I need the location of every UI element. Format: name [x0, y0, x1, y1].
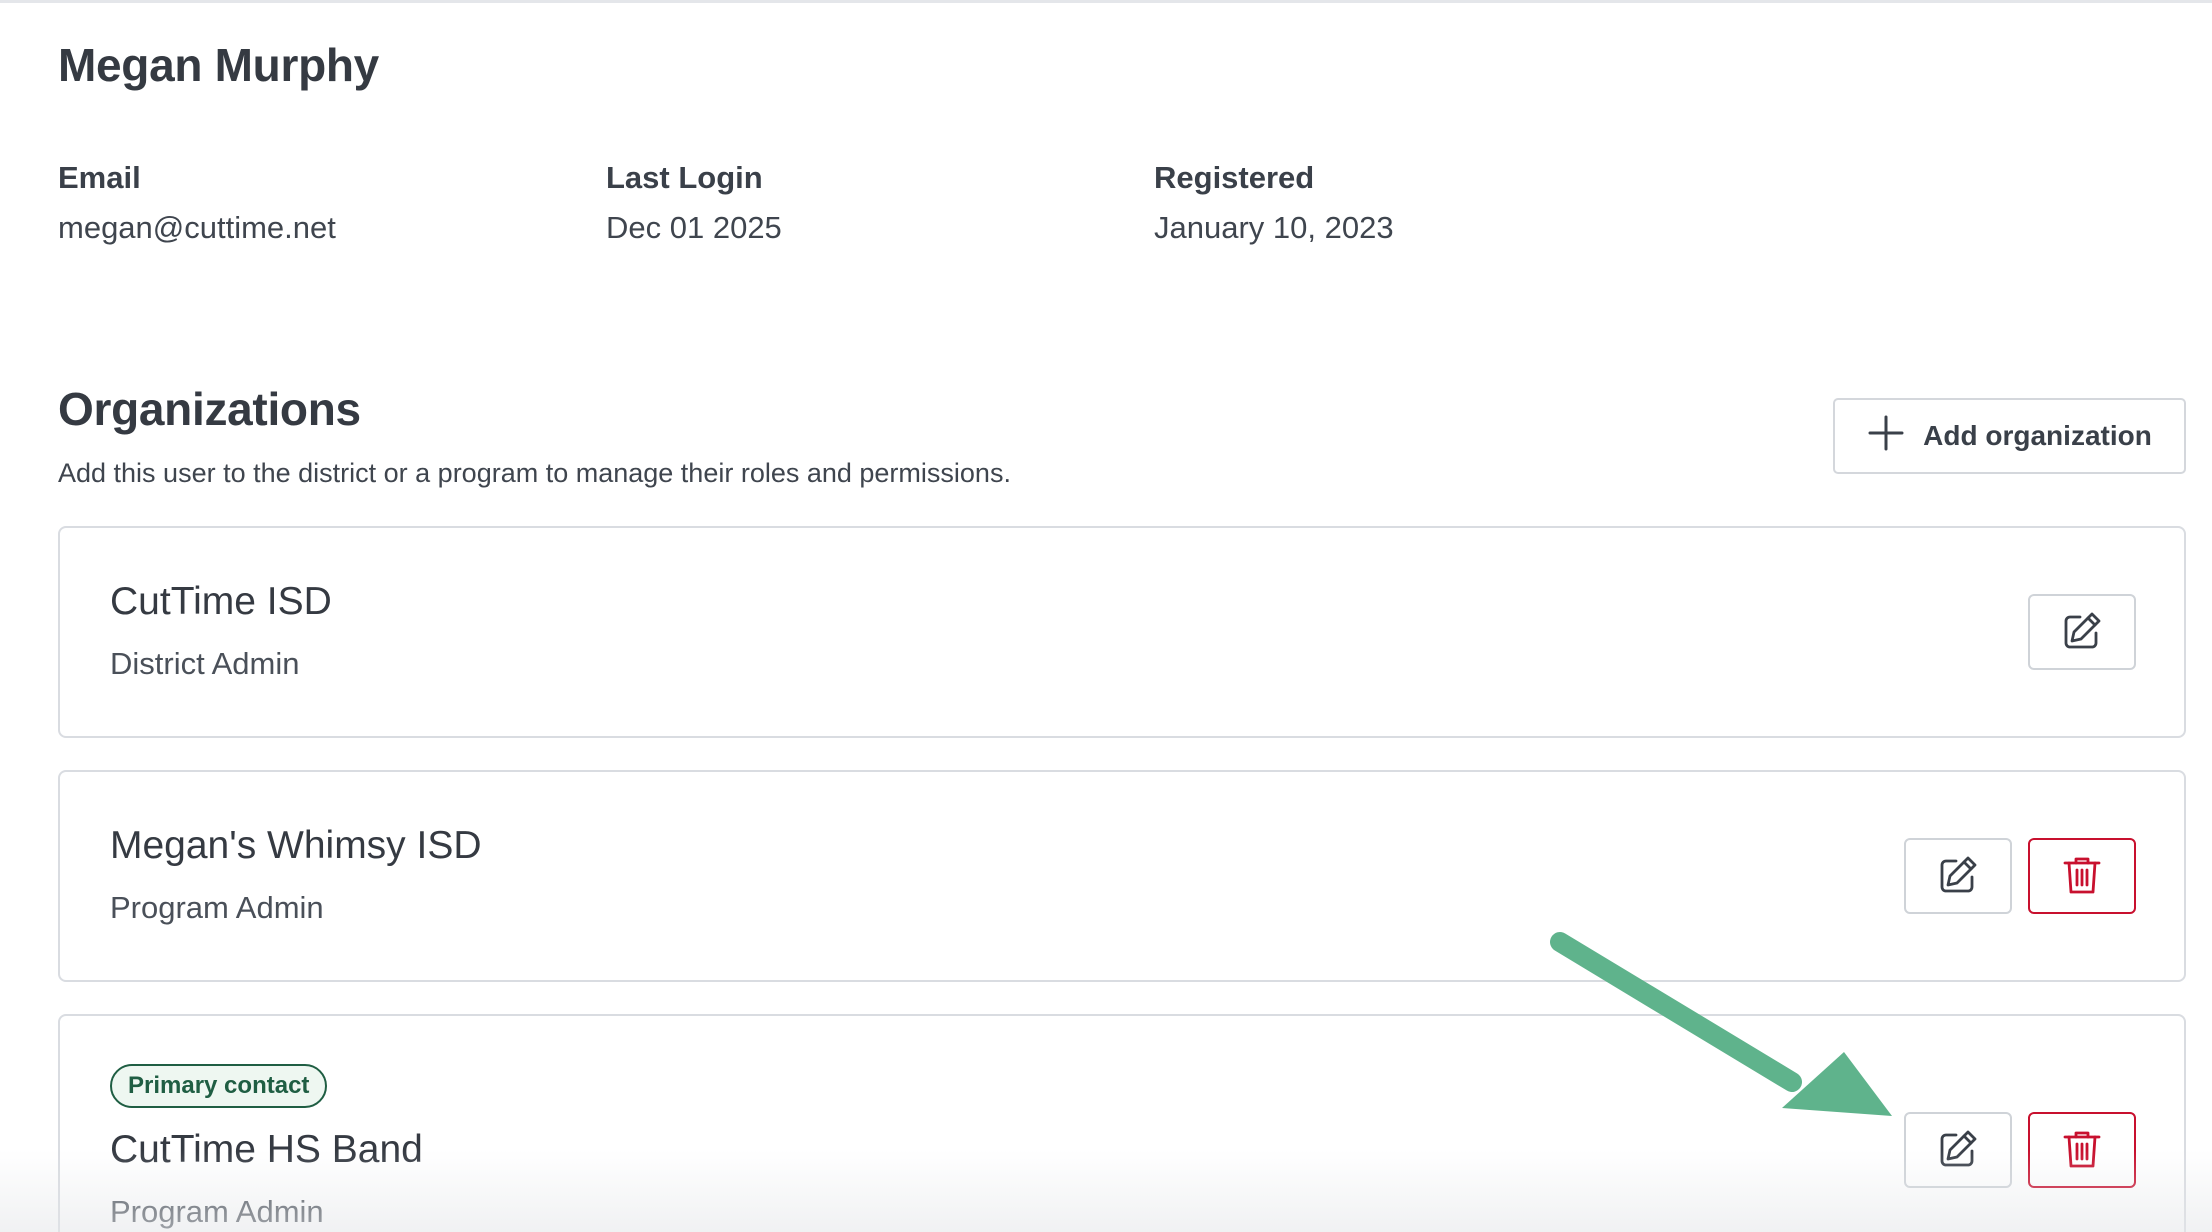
plus-icon	[1867, 414, 1905, 459]
organization-role: Program Admin	[110, 1194, 324, 1229]
organization-card: Primary contact CutTime HS Band Program …	[58, 1014, 2186, 1232]
organization-role: Program Admin	[110, 890, 324, 925]
registered-block: Registered January 10, 2023	[1154, 160, 1394, 246]
trash-icon	[2060, 853, 2104, 900]
organization-role: District Admin	[110, 646, 300, 681]
add-organization-label: Add organization	[1923, 420, 2152, 451]
edit-organization-button[interactable]	[1904, 1112, 2012, 1188]
organization-name: Megan's Whimsy ISD	[110, 824, 482, 867]
trash-icon	[2060, 1127, 2104, 1174]
edit-organization-button[interactable]	[2028, 594, 2136, 670]
top-divider	[0, 0, 2212, 3]
email-value: megan@cuttime.net	[58, 210, 336, 245]
user-detail-page: Megan Murphy Email megan@cuttime.net Las…	[0, 0, 2212, 1232]
last-login-block: Last Login Dec 01 2025	[606, 160, 782, 246]
last-login-value: Dec 01 2025	[606, 210, 782, 245]
edit-icon	[2060, 609, 2104, 656]
delete-organization-button[interactable]	[2028, 838, 2136, 914]
edit-icon	[1936, 1127, 1980, 1174]
delete-organization-button[interactable]	[2028, 1112, 2136, 1188]
email-label: Email	[58, 160, 141, 195]
add-organization-button[interactable]: Add organization	[1833, 398, 2186, 474]
organization-name: CutTime ISD	[110, 580, 332, 623]
registered-value: January 10, 2023	[1154, 210, 1394, 245]
organization-card: CutTime ISD District Admin	[58, 526, 2186, 738]
organization-name: CutTime HS Band	[110, 1128, 423, 1171]
organization-card: Megan's Whimsy ISD Program Admin	[58, 770, 2186, 982]
edit-organization-button[interactable]	[1904, 838, 2012, 914]
organizations-description: Add this user to the district or a progr…	[58, 458, 1011, 488]
edit-icon	[1936, 853, 1980, 900]
user-name-heading: Megan Murphy	[58, 39, 379, 91]
registered-label: Registered	[1154, 160, 1315, 195]
organizations-heading: Organizations	[58, 383, 361, 435]
primary-contact-badge: Primary contact	[110, 1064, 328, 1108]
email-block: Email megan@cuttime.net	[58, 160, 336, 246]
last-login-label: Last Login	[606, 160, 763, 195]
